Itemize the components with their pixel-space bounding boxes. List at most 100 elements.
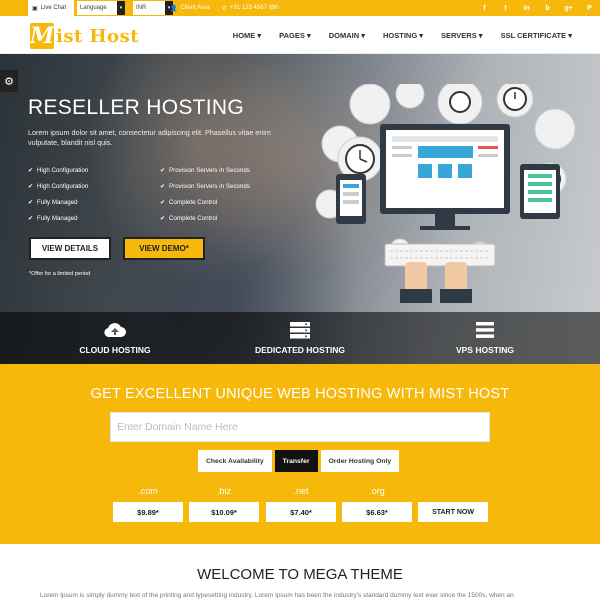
tld-com[interactable]: .com $9.89* [113, 486, 183, 522]
check-icon: ✔ [160, 215, 166, 222]
vps-hosting-label: VPS HOSTING [455, 345, 515, 355]
search-options: Check Availability Transfer Order Hostin… [198, 450, 400, 472]
chat-icon: ▣ [32, 5, 38, 12]
cloud-hosting-link[interactable]: CLOUD HOSTING [70, 312, 160, 364]
domain-search-section: GET EXCELLENT UNIQUE WEB HOSTING WITH MI… [0, 364, 600, 544]
dedicated-hosting-link[interactable]: DEDICATED HOSTING [245, 312, 355, 364]
phone-number: ✆ +91 123 4567 890 [222, 0, 279, 16]
language-select[interactable]: Language ▾ [77, 1, 125, 15]
social-links: f t in b g+ P [474, 0, 600, 16]
feature-list: ✔ High Configuration ✔ Provision Servers i… [28, 166, 288, 222]
feature-label: High Configuration [37, 182, 89, 190]
tablet-icon [520, 164, 560, 219]
phone-icon: ✆ [222, 5, 228, 12]
keyboard-icon [384, 243, 496, 267]
settings-gear-icon[interactable]: ⚙ [0, 70, 18, 92]
phone-icon [336, 174, 366, 224]
live-chat-button[interactable]: ▣ Live Chat [28, 0, 74, 16]
logo[interactable]: M ist Host [30, 21, 139, 51]
check-icon: ✔ [28, 199, 34, 206]
linkedin-icon[interactable]: in [516, 0, 537, 16]
feature-label: High Configuration [37, 166, 89, 174]
feature-label: Fully Managed [37, 198, 78, 206]
welcome-text: Lorem Ipsum is simply dummy text of the … [40, 592, 514, 599]
hosting-types-strip: CLOUD HOSTING DEDICATED HOSTING VPS HOST… [0, 312, 600, 364]
cloud-upload-icon [104, 323, 126, 338]
nav-pages[interactable]: PAGES ▾ [279, 31, 311, 40]
tld-price: $9.89* [113, 502, 183, 522]
offer-note: *Offer for a limited period [29, 271, 91, 277]
tld-org[interactable]: .org $6.63* [342, 486, 412, 522]
tld-biz[interactable]: .biz $10.09* [189, 486, 259, 522]
feature-label: Complete Control [169, 198, 218, 206]
blogger-icon[interactable]: b [537, 0, 558, 16]
check-availability-button[interactable]: Check Availability [198, 450, 272, 472]
main-nav: HOME ▾ PAGES ▾ DOMAIN ▾ HOSTING ▾ SERVER… [233, 16, 572, 54]
feature-item: ✔ Provision Servers in Seconds [160, 182, 288, 190]
logo-mark: M [29, 23, 55, 49]
domain-search-input[interactable]: Enter Domain Name Here [110, 412, 490, 442]
client-area-link[interactable]: 👤 Client Area [170, 0, 210, 16]
user-icon: 👤 [170, 5, 178, 12]
order-hosting-only-button[interactable]: Order Hosting Only [320, 450, 400, 472]
language-label: Language [80, 5, 107, 11]
check-icon: ✔ [28, 183, 34, 190]
feature-label: Provision Servers in Seconds [169, 182, 250, 190]
facebook-icon[interactable]: f [474, 0, 495, 16]
check-icon: ✔ [160, 167, 166, 174]
nav-servers[interactable]: SERVERS ▾ [441, 31, 483, 40]
phone-label: +91 123 4567 890 [230, 5, 279, 11]
feature-item: ✔ Complete Control [160, 214, 288, 222]
feature-item: ✔ Provision Servers in Seconds [160, 166, 288, 174]
nav-ssl-certificate[interactable]: SSL CERTIFICATE ▾ [501, 31, 572, 40]
hero-description: Lorem ipsum dolor sit amet, consectetur … [28, 128, 271, 147]
domain-heading: GET EXCELLENT UNIQUE WEB HOSTING WITH MI… [90, 386, 510, 402]
tld-extension: .org [369, 486, 385, 496]
feature-item: ✔ High Configuration [28, 182, 160, 190]
client-area-label: Client Area [180, 5, 210, 11]
live-chat-label: Live Chat [40, 5, 67, 11]
top-bar: ▣ Live Chat Language ▾ INR ▾ 👤 Client Ar… [0, 0, 600, 16]
nav-hosting[interactable]: HOSTING ▾ [383, 31, 423, 40]
hero-title: RESELLER HOSTING [28, 96, 245, 119]
tld-extension: .com [138, 486, 158, 496]
currency-select[interactable]: INR ▾ [133, 1, 173, 15]
tld-net[interactable]: .net $7.40* [266, 486, 336, 522]
welcome-title: WELCOME TO MEGA THEME [197, 566, 403, 583]
monitor-icon [380, 124, 510, 230]
logo-text: ist Host [56, 25, 140, 47]
feature-label: Fully Managed [37, 214, 78, 222]
check-icon: ✔ [28, 215, 34, 222]
tld-extension: .net [293, 486, 309, 496]
tld-price: $10.09* [189, 502, 259, 522]
vps-hosting-link[interactable]: VPS HOSTING [445, 312, 525, 364]
check-icon: ✔ [160, 199, 166, 206]
tld-prices: .com $9.89* .biz $10.09* .net $7.40* .or… [113, 486, 489, 526]
chevron-down-icon: ▾ [117, 1, 125, 15]
tld-price: $6.63* [342, 502, 412, 522]
cloud-hosting-label: CLOUD HOSTING [79, 345, 151, 355]
hosting-illustration [315, 84, 576, 303]
nav-domain[interactable]: DOMAIN ▾ [329, 31, 365, 40]
hands-icon [400, 262, 472, 303]
feature-item: ✔ Fully Managed [28, 198, 160, 206]
currency-label: INR [136, 5, 147, 11]
pinterest-icon[interactable]: P [579, 0, 600, 16]
feature-label: Complete Control [169, 214, 218, 222]
view-demo-button[interactable]: VIEW DEMO* [123, 237, 205, 260]
feature-item: ✔ High Configuration [28, 166, 160, 174]
nav-home[interactable]: HOME ▾ [233, 31, 261, 40]
feature-item: ✔ Complete Control [160, 198, 288, 206]
hero-banner: ⚙ RESELLER HOSTING Lorem ipsum dolor sit… [0, 54, 600, 364]
check-icon: ✔ [160, 183, 166, 190]
check-icon: ✔ [28, 167, 34, 174]
start-now-button[interactable]: START NOW [418, 502, 488, 522]
tld-price: $7.40* [266, 502, 336, 522]
google-plus-icon[interactable]: g+ [558, 0, 579, 16]
view-details-button[interactable]: VIEW DETAILS [29, 237, 111, 260]
server-icon [290, 322, 310, 339]
twitter-icon[interactable]: t [495, 0, 516, 16]
transfer-button[interactable]: Transfer [274, 450, 318, 472]
site-header: M ist Host HOME ▾ PAGES ▾ DOMAIN ▾ HOSTI… [0, 16, 600, 54]
dedicated-hosting-label: DEDICATED HOSTING [254, 345, 346, 355]
